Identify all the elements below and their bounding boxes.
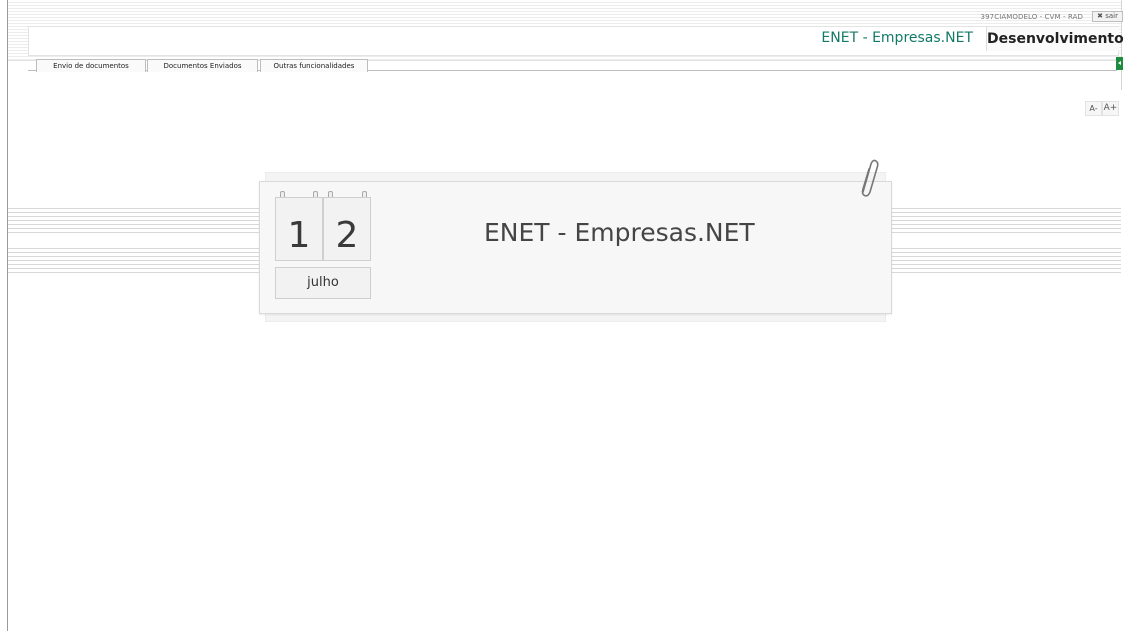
font-decrease-button[interactable]: A- bbox=[1085, 101, 1102, 116]
logout-button[interactable]: ✖ sair bbox=[1092, 11, 1123, 22]
calendar-day-digit: 2 bbox=[323, 197, 371, 261]
calendar-day-digit: 1 bbox=[275, 197, 323, 261]
font-increase-button[interactable]: A+ bbox=[1102, 101, 1119, 116]
card-title: ENET - Empresas.NET bbox=[484, 218, 755, 247]
calendar-month: julho bbox=[275, 267, 371, 299]
user-info: 397CIAMODELO - CVM - RAD bbox=[980, 13, 1083, 21]
tab-outras-funcionalidades[interactable]: Outras funcionalidades bbox=[260, 59, 368, 72]
app-title: ENET - Empresas.NET bbox=[821, 30, 973, 46]
collapse-arrow-icon[interactable] bbox=[1116, 57, 1123, 70]
tab-documentos-enviados[interactable]: Documentos Enviados bbox=[147, 59, 258, 72]
tab-envio-de-documentos[interactable]: Envio de documentos bbox=[36, 59, 146, 72]
environment-label: Desenvolvimento bbox=[986, 27, 1124, 51]
decorative-gap-left bbox=[8, 233, 259, 245]
decorative-gap-right bbox=[892, 233, 1121, 245]
paperclip-icon bbox=[861, 159, 879, 197]
left-frame-border bbox=[7, 0, 8, 631]
